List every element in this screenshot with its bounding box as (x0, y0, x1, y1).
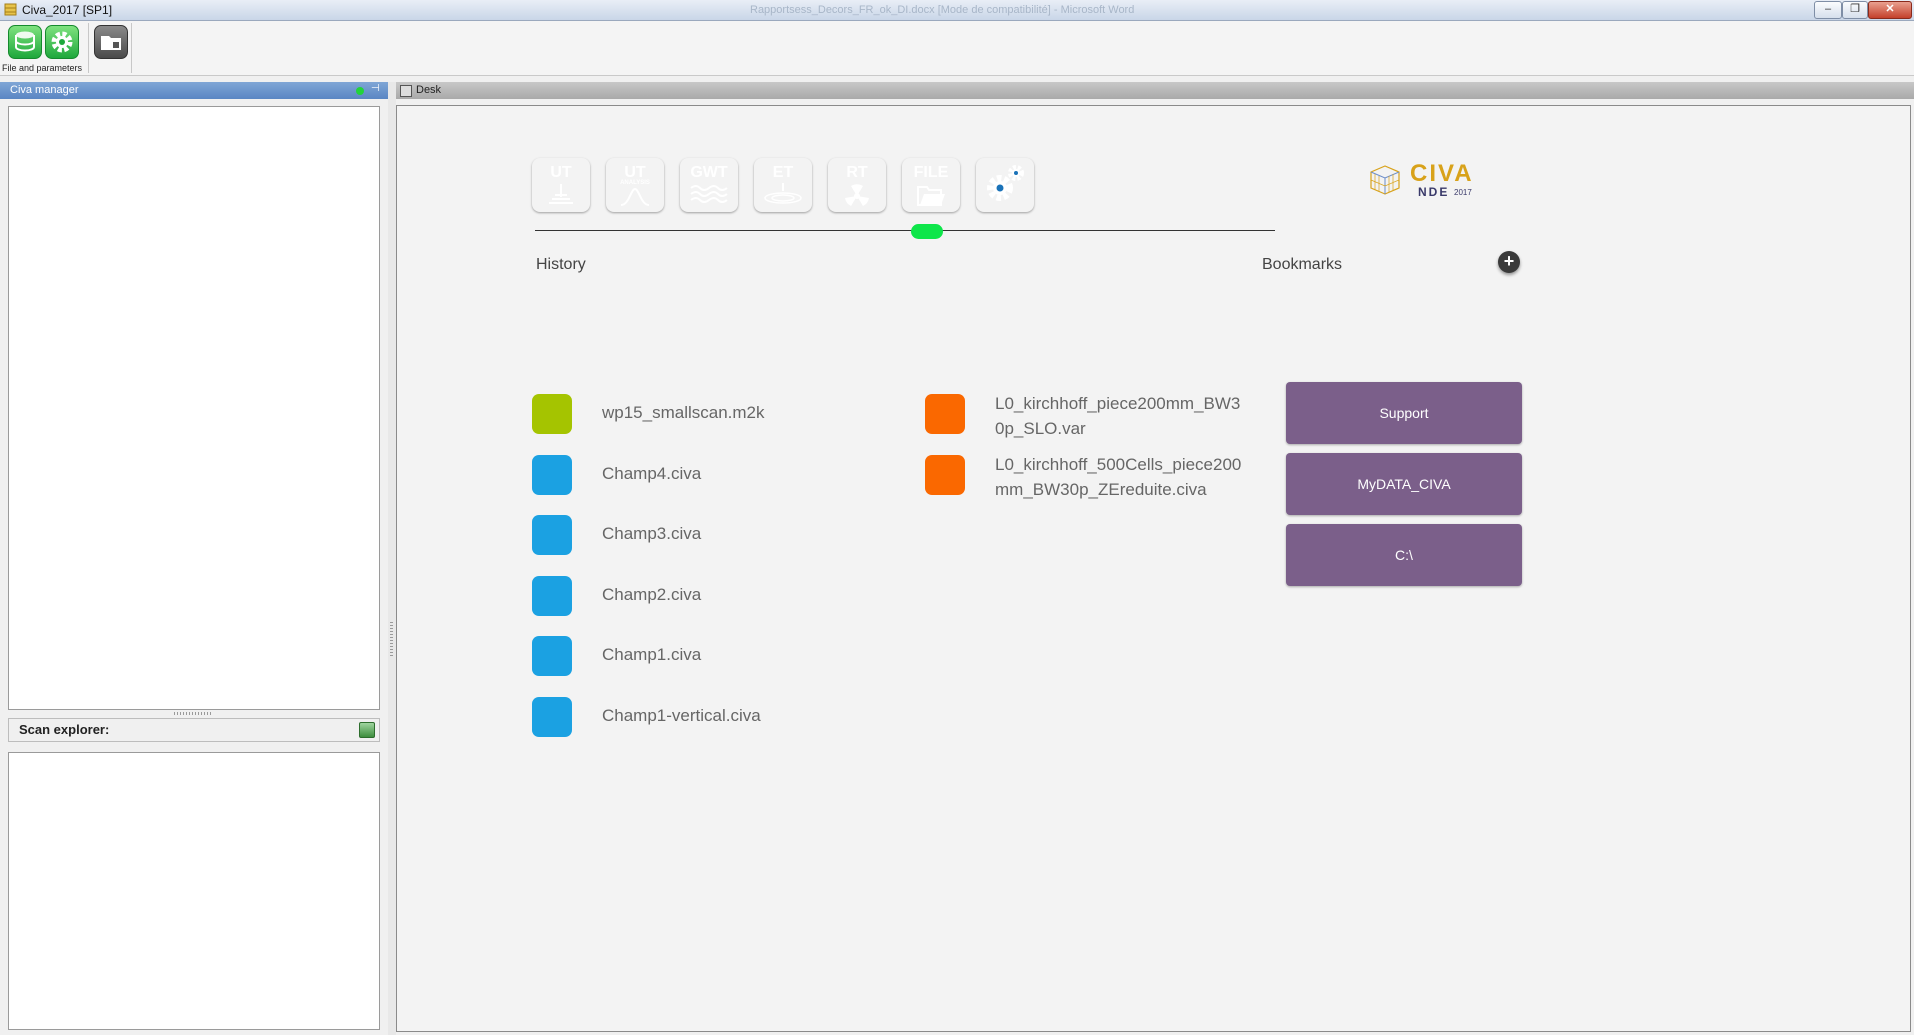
module-et-button[interactable]: ET (754, 158, 812, 212)
scan-explorer-area[interactable] (8, 752, 380, 1030)
desk-panel (396, 105, 1911, 1032)
civa-app-icon (4, 3, 17, 16)
history-item-name-line1: L0_kirchhoff_500Cells_piece200 (995, 455, 1242, 474)
history-item-name: Champ3.civa (602, 524, 702, 543)
vertical-splitter[interactable] (388, 82, 396, 1035)
file-type-tile (532, 455, 572, 495)
module-label: GWT (690, 164, 728, 181)
history-item-name: Champ4.civa (602, 464, 702, 483)
toolbar: File and parameters (0, 21, 1914, 76)
module-label: UT (550, 164, 572, 181)
history-item-name-line2: 0p_SLO.var (995, 419, 1086, 438)
file-type-tile (532, 394, 572, 434)
logo-cube-icon (1370, 165, 1400, 195)
history-bookmarks-slider-track[interactable] (535, 230, 1275, 231)
file-type-tile (532, 576, 572, 616)
scan-settings-icon[interactable] (359, 722, 375, 738)
history-item-name: L0_kirchhoff_piece200mm_BW3 0p_SLO.var (995, 391, 1245, 441)
close-button[interactable]: ✕ (1868, 1, 1912, 19)
file-type-tile (532, 697, 572, 737)
history-item-name: wp15_smallscan.m2k (602, 403, 765, 422)
ut-probe-icon (549, 184, 573, 204)
background-document-title: Rapportsess_Decors_FR_ok_DI.docx [Mode d… (750, 4, 1135, 16)
restore-button[interactable]: ❐ (1842, 1, 1868, 19)
module-gwt-button[interactable]: GWT (680, 158, 738, 212)
gears-icon (987, 165, 1024, 201)
minimize-button[interactable]: – (1814, 1, 1842, 19)
history-item-name: Champ1-vertical.civa (602, 706, 761, 725)
history-item-name-line2: mm_BW30p_ZEreduite.civa (995, 480, 1207, 499)
radiation-icon (845, 184, 869, 206)
desk-icon (400, 85, 412, 97)
civa-manager-header: Civa manager ⊣ (0, 82, 388, 99)
horizontal-splitter[interactable] (174, 712, 212, 715)
open-folder-button[interactable] (94, 25, 128, 59)
gear-icon (51, 31, 73, 53)
module-label: ET (772, 164, 794, 181)
bookmark-c-drive-button[interactable]: C:\ (1286, 524, 1522, 586)
slider-handle[interactable] (911, 224, 943, 239)
civa-manager-title: Civa manager (10, 84, 79, 96)
title-bar: Civa_2017 [SP1] Rapportsess_Decors_FR_ok… (0, 0, 1914, 21)
history-item-name: Champ1.civa (602, 645, 702, 664)
module-file-button[interactable]: FILE (902, 158, 960, 212)
parameters-button[interactable] (45, 25, 79, 59)
toolbar-group-label: File and parameters (2, 63, 83, 73)
history-item-name-line1: L0_kirchhoff_piece200mm_BW3 (995, 394, 1241, 413)
status-indicator (356, 87, 364, 95)
window-title: Civa_2017 [SP1] (22, 3, 113, 17)
add-bookmark-button[interactable]: + (1498, 251, 1520, 273)
history-label[interactable]: History (536, 256, 586, 274)
toolbar-separator (131, 23, 132, 73)
logo-civa-text: CIVA (1410, 160, 1474, 187)
module-settings-button[interactable] (976, 158, 1034, 212)
logo-year-text: 2017 (1454, 188, 1472, 197)
pin-icon[interactable]: ⊣ (371, 83, 380, 94)
module-ut-analysis-button[interactable]: UT ANALYSIS (606, 158, 664, 212)
guided-wave-icon (690, 185, 728, 203)
bookmarks-label[interactable]: Bookmarks (1262, 256, 1342, 274)
bookmark-support-button[interactable]: Support (1286, 382, 1522, 444)
file-type-tile (925, 455, 965, 495)
database-icon (15, 31, 35, 52)
toolbar-separator (88, 23, 89, 73)
eddy-current-icon (764, 183, 802, 204)
open-folder-icon (917, 186, 945, 206)
module-label: FILE (913, 164, 949, 181)
signal-wave-icon (620, 187, 650, 206)
desk-header: Desk (396, 82, 1914, 99)
civa-nde-logo: CIVA NDE 2017 (1366, 158, 1476, 200)
file-type-tile (925, 394, 965, 434)
file-type-tile (532, 515, 572, 555)
file-type-tile (532, 636, 572, 676)
bookmark-mydata-button[interactable]: MyDATA_CIVA (1286, 453, 1522, 515)
file-database-button[interactable] (8, 25, 42, 59)
history-item-name: Champ2.civa (602, 585, 702, 604)
scan-explorer-title: Scan explorer: (19, 722, 110, 737)
module-rt-button[interactable]: RT (828, 158, 886, 212)
module-ut-button[interactable]: UT (532, 158, 590, 212)
module-label: RT (846, 164, 868, 181)
folder-icon (101, 36, 121, 50)
logo-nde-text: NDE (1418, 185, 1450, 199)
desk-title: Desk (416, 84, 442, 96)
civa-manager-tree[interactable] (8, 106, 380, 710)
module-sublabel: ANALYSIS (620, 180, 650, 186)
scan-explorer-header: Scan explorer: (8, 718, 380, 742)
history-item-name: L0_kirchhoff_500Cells_piece200 mm_BW30p_… (995, 452, 1245, 502)
